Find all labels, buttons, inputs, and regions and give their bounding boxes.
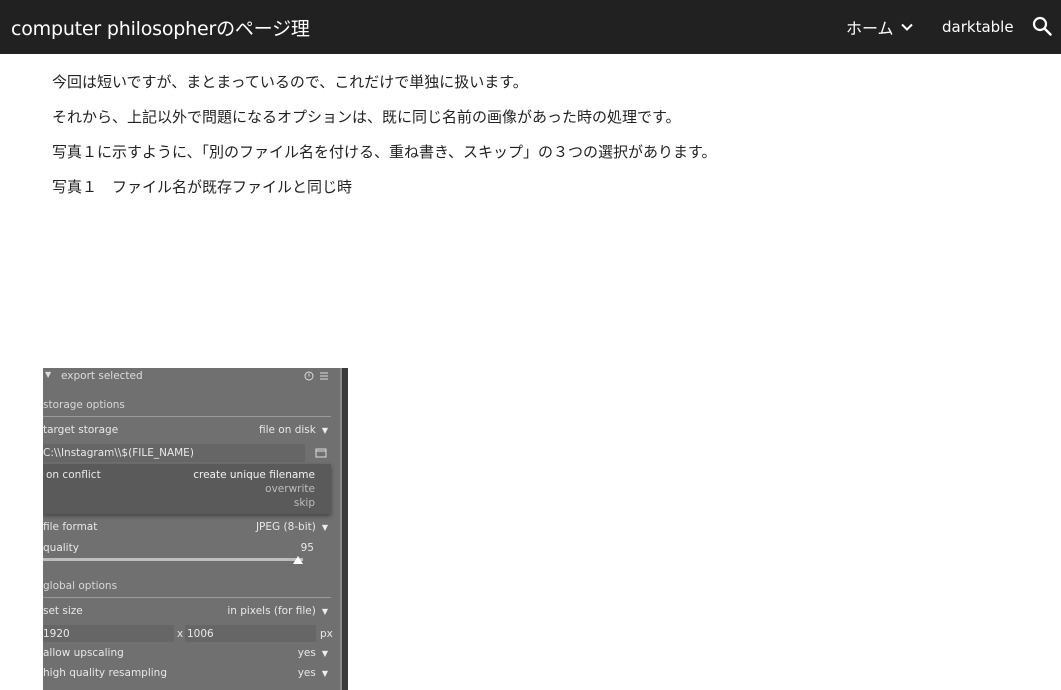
quality-value: 95 [300,542,314,554]
hq-resampling-label: high quality resampling [43,667,167,679]
width-field: 1920 [43,628,70,640]
dropdown-arrow-icon: ▼ [321,523,328,532]
set-size-value: in pixels (for file) ▼ [227,605,328,617]
allow-upscaling-value-text: yes [297,647,316,659]
search-icon[interactable] [1032,16,1052,36]
section-divider [43,416,331,417]
presets-menu-icon [320,372,328,380]
dropdown-arrow-icon: ▼ [321,649,328,658]
collapse-arrow-icon: ▼ [45,370,52,379]
article-paragraph: 今回は短いですが、まとまっているので、これだけで単独に扱います。 [52,73,528,91]
set-size-label: set size [43,605,83,617]
nav-home-label: ホーム [846,19,894,38]
storage-options-heading: storage options [43,399,125,411]
allow-upscaling-label: allow upscaling [43,647,124,659]
export-path-field: C:\\Instagram\\$(FILE_NAME) [43,447,194,459]
chevron-down-icon [900,23,913,31]
section-divider [43,597,331,598]
site-title[interactable]: computer philosopherのページ理 [11,14,310,41]
on-conflict-label: on conflict [46,469,101,481]
article-paragraph: それから、上記以外で問題になるオプションは、既に同じ名前の画像があった時の処理で… [52,108,681,126]
dropdown-arrow-icon: ▼ [321,607,328,616]
global-options-heading: global options [43,580,118,592]
file-format-label: file format [43,521,98,533]
conflict-option-overwrite: overwrite [265,483,315,495]
target-storage-label: target storage [43,424,119,436]
photo-caption: 写真１ ファイル名が既存ファイルと同じ時 [52,178,353,196]
hq-resampling-value: yes ▼ [298,667,328,679]
times-sign: x [177,628,184,640]
dropdown-arrow-icon: ▼ [321,426,328,435]
top-navigation-bar: computer philosopherのページ理 ホーム darktable [0,0,1061,54]
quality-label: quality [43,542,79,554]
reset-icon [304,371,314,381]
quality-slider-knob [293,556,303,564]
darktable-export-screenshot: ▼ export selected storage options target… [43,368,348,690]
px-unit-label: px [320,628,333,640]
file-format-value: JPEG (8-bit) ▼ [256,521,328,533]
file-format-value-text: JPEG (8-bit) [255,521,316,533]
article-body: 今回は短いですが、まとまっているので、これだけで単独に扱います。 それから、上記… [52,72,1032,212]
conflict-option-create-unique: create unique filename [193,469,315,481]
conflict-option-skip: skip [293,497,315,509]
nav-home-menu[interactable]: ホーム [846,15,914,39]
hq-resampling-value-text: yes [297,667,316,679]
export-panel-title: export selected [61,370,143,382]
target-storage-value: file on disk ▼ [259,424,328,436]
target-storage-value-text: file on disk [258,424,316,436]
allow-upscaling-value: yes ▼ [298,647,328,659]
quality-slider-track [43,558,303,561]
nav-darktable-link[interactable]: darktable [942,18,1014,36]
dropdown-arrow-icon: ▼ [321,669,328,678]
height-field: 1006 [187,628,214,640]
panel-scrollbar [342,368,348,690]
set-size-value-text: in pixels (for file) [227,605,316,617]
article-paragraph: 写真１に示すように、「別のファイル名を付ける、重ね書き、スキップ」の３つの選択が… [52,143,717,161]
folder-icon [315,448,327,458]
